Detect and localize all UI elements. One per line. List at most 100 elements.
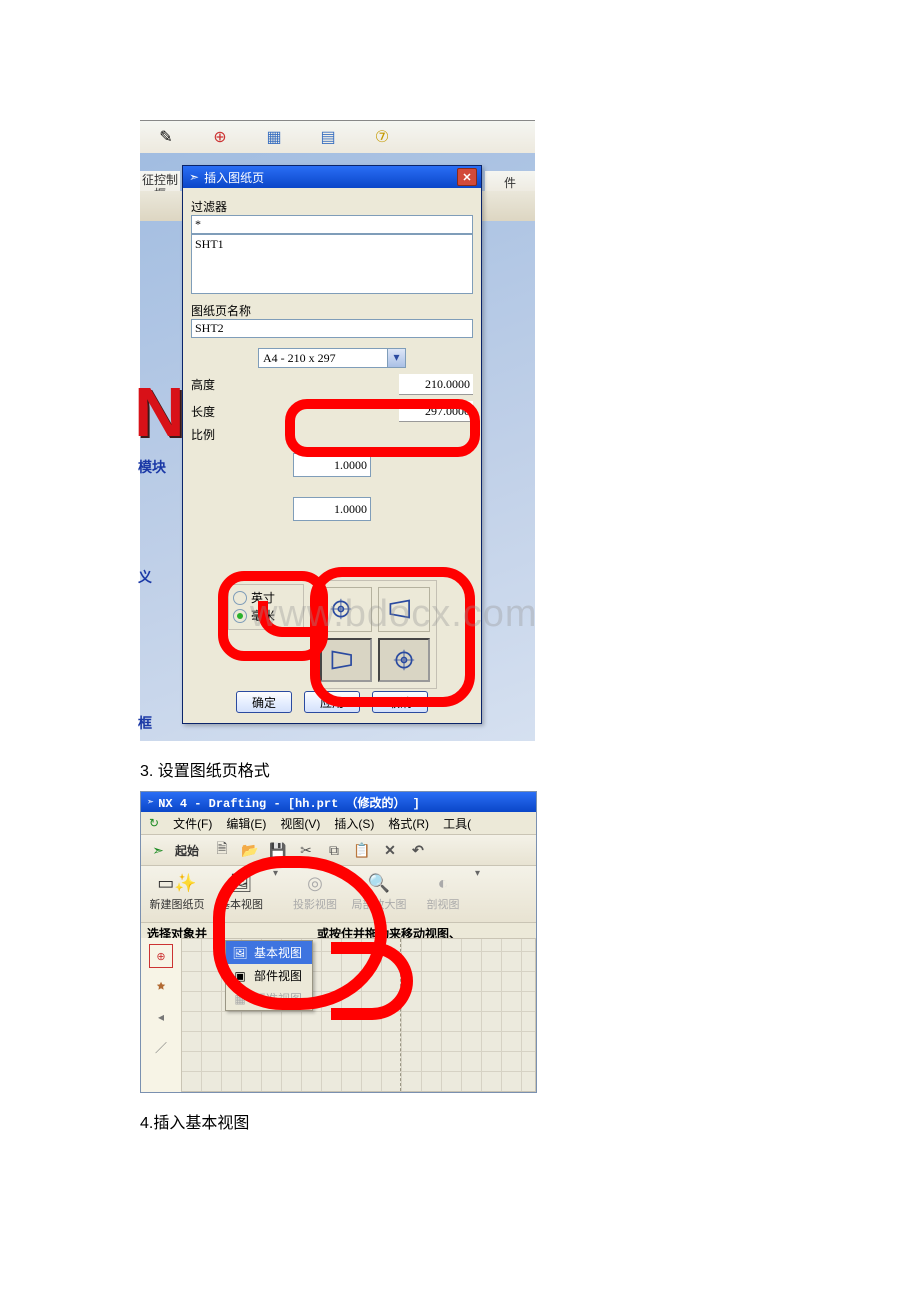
flyout-base-view-label: 基本视图 — [254, 944, 302, 961]
menu-insert[interactable]: 插入(S) — [334, 815, 374, 832]
flyout-base-view[interactable]: 🖼 基本视图 — [226, 941, 312, 964]
list-item[interactable]: SHT1 — [195, 237, 469, 252]
radio-inch-label: 英寸 — [251, 589, 275, 607]
standard-toolbar: ➣ 起始 🗎 📂 💾 ✂ ⧉ 📋 ✕ ↶ — [141, 835, 536, 866]
insert-sheet-dialog: ➣ 插入图纸页 ✕ 过滤器 SHT1 图纸页名称 A4 - 210 x 297 … — [182, 165, 482, 724]
filter-label: 过滤器 — [191, 198, 473, 215]
base-view-dropdown-icon[interactable]: ▾ — [273, 868, 283, 879]
height-input[interactable] — [399, 374, 473, 395]
flyout-std-view-icon: ▦ — [232, 991, 248, 1007]
new-icon[interactable]: 🗎 — [211, 839, 233, 861]
dialog-title: 插入图纸页 — [204, 169, 264, 186]
background-toolbar: ✎ ⊕ ▦ ▤ ⑦ — [140, 121, 535, 153]
start-icon[interactable]: ➣ — [147, 839, 169, 861]
flyout-part-view-label: 部件视图 — [254, 967, 302, 984]
projection-angle-group — [313, 580, 437, 689]
side-word-frame: 框 — [138, 713, 152, 733]
flyout-std-view[interactable]: ▦ 标准视图 — [226, 987, 312, 1010]
delete-icon[interactable]: ✕ — [379, 839, 401, 861]
target-icon: ⊕ — [208, 125, 232, 149]
ok-button[interactable]: 确定 — [236, 691, 292, 713]
sheet-list[interactable]: SHT1 — [191, 234, 473, 294]
scale-input[interactable] — [293, 453, 371, 477]
caption-step-3: 3. 设置图纸页格式 — [140, 757, 780, 781]
nx-window-screenshot: ➣ NX 4 - Drafting - [hh.prt （修改的） ] ↻ 文件… — [140, 791, 537, 1093]
menu-tools[interactable]: 工具( — [443, 815, 471, 832]
local-zoom-button[interactable]: 🔍 局部放大图 — [347, 868, 411, 916]
caption-step-4: 4.插入基本视图 — [140, 1109, 780, 1133]
flyout-base-view-icon: 🖼 — [232, 945, 248, 961]
radio-inch[interactable] — [233, 591, 247, 605]
radio-mm-row[interactable]: 毫米 — [233, 607, 299, 625]
seven-icon: ⑦ — [370, 125, 394, 149]
local-zoom-label: 局部放大图 — [352, 896, 407, 912]
app-icon: ➣ — [147, 795, 154, 810]
first-angle-target-icon[interactable] — [320, 587, 372, 632]
menu-file[interactable]: 文件(F) — [173, 815, 212, 832]
cut-icon[interactable]: ✂ — [295, 839, 317, 861]
curve-icon[interactable]: 🟊 — [150, 976, 172, 998]
arrow-left-icon[interactable]: ◂ — [150, 1006, 172, 1028]
length-input[interactable] — [399, 401, 473, 422]
section-view-label: 剖视图 — [427, 896, 460, 912]
sheet-name-input[interactable] — [191, 319, 473, 338]
save-icon[interactable]: 💾 — [267, 839, 289, 861]
copy-icon[interactable]: ⧉ — [323, 839, 345, 861]
base-view-button[interactable]: 🖼 基本视图 — [209, 868, 273, 916]
start-label[interactable]: 起始 — [175, 842, 199, 859]
menu-format[interactable]: 格式(R) — [388, 815, 429, 832]
section-view-icon: ◐ — [438, 873, 449, 894]
section-view-dropdown-icon[interactable]: ▾ — [475, 868, 485, 879]
chevron-down-icon: ▾ — [387, 349, 405, 367]
menu-view[interactable]: 视图(V) — [280, 815, 320, 832]
third-angle-cone-icon[interactable] — [320, 638, 372, 683]
sheet-name-label: 图纸页名称 — [191, 302, 473, 319]
radio-inch-row[interactable]: 英寸 — [233, 589, 299, 607]
scale-input-2[interactable] — [293, 497, 371, 521]
left-rail: ⊕ 🟊 ◂ ／ — [141, 938, 182, 1092]
radio-mm[interactable] — [233, 609, 247, 623]
new-sheet-label: 新建图纸页 — [150, 896, 205, 912]
new-sheet-button[interactable]: ▭✨ 新建图纸页 — [145, 868, 209, 916]
app-icon: ➣ — [189, 170, 199, 184]
local-zoom-icon: 🔍 — [368, 873, 390, 894]
line-icon[interactable]: ／ — [150, 1036, 172, 1058]
filter-input[interactable] — [191, 215, 473, 234]
window-titlebar: ➣ NX 4 - Drafting - [hh.prt （修改的） ] — [141, 792, 536, 812]
base-view-flyout: 🖼 基本视图 ▣ 部件视图 ▦ 标准视图 — [225, 940, 313, 1011]
length-label: 长度 — [191, 403, 215, 420]
paste-icon[interactable]: 📋 — [351, 839, 373, 861]
nx-logo: N — [134, 381, 185, 443]
base-view-icon: 🖼 — [230, 873, 253, 894]
grid-icon: ▦ — [262, 125, 286, 149]
dialog-titlebar: ➣ 插入图纸页 ✕ — [183, 166, 481, 188]
side-word-module: 模块 — [138, 457, 166, 477]
proj-view-button[interactable]: ◎ 投影视图 — [283, 868, 347, 916]
view-toolbar: ▭✨ 新建图纸页 🖼 基本视图 ▾ ◎ 投影视图 🔍 局部放大图 ◐ 剖视图 ▾ — [141, 866, 536, 923]
units-group: 英寸 毫米 — [228, 584, 304, 630]
section-view-button[interactable]: ◐ 剖视图 — [411, 868, 475, 916]
undo-icon[interactable]: ↶ — [407, 839, 429, 861]
third-angle-target-icon[interactable] — [378, 638, 430, 683]
apply-button[interactable]: 应用 — [304, 691, 360, 713]
flyout-std-view-label: 标准视图 — [254, 990, 302, 1007]
window-title: NX 4 - Drafting - [hh.prt （修改的） ] — [158, 794, 420, 811]
paper-size-dropdown[interactable]: A4 - 210 x 297 ▾ — [258, 348, 406, 368]
cancel-button[interactable]: 取消 — [372, 691, 428, 713]
base-view-label: 基本视图 — [219, 896, 263, 912]
menu-bar: ↻ 文件(F) 编辑(E) 视图(V) 插入(S) 格式(R) 工具( — [141, 812, 536, 835]
datum-icon[interactable]: ⊕ — [149, 944, 173, 968]
proj-view-icon: ◎ — [307, 873, 323, 894]
edit-icon: ✎ — [154, 125, 178, 149]
dialog-buttons: 确定 应用 取消 — [183, 691, 481, 713]
sheet-icon: ▤ — [316, 125, 340, 149]
open-icon[interactable]: 📂 — [239, 839, 261, 861]
close-button[interactable]: ✕ — [457, 168, 477, 186]
refresh-icon[interactable]: ↻ — [149, 816, 159, 830]
flyout-part-view-icon: ▣ — [232, 968, 248, 984]
first-angle-cone-icon[interactable] — [378, 587, 430, 632]
height-label: 高度 — [191, 376, 215, 393]
menu-edit[interactable]: 编辑(E) — [226, 815, 266, 832]
insert-sheet-screenshot: ✎ ⊕ ▦ ▤ ⑦ 征控制框 件 模块 义 框 N ➣ 插入图纸页 ✕ 过滤器 — [140, 120, 535, 741]
flyout-part-view[interactable]: ▣ 部件视图 — [226, 964, 312, 987]
